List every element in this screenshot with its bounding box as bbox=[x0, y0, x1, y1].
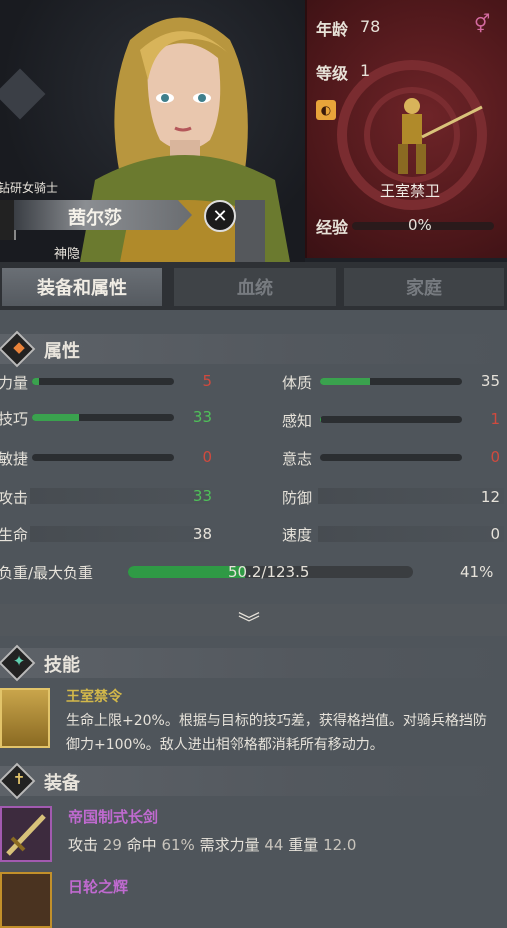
attr-perception-value: 1 bbox=[490, 410, 500, 428]
hit-label: 命中 bbox=[126, 836, 157, 854]
attr-will-bar bbox=[320, 454, 462, 461]
character-subtitle: 神隐 bbox=[54, 247, 81, 262]
equipment-title: 装备 bbox=[44, 773, 80, 794]
derived-defense-value: 12 bbox=[480, 488, 500, 506]
close-icon[interactable]: ✕ bbox=[204, 200, 236, 232]
derived-attack-value: 33 bbox=[192, 487, 212, 505]
skill-desc-line2: 御力+100%。敌人进出相邻格都消耗所有移动力。 bbox=[66, 737, 384, 753]
hero-panel: 钻研女骑士 茜尔莎 神隐 ✕ 年龄 78 ⚥ 等级 1 ◐ 王室禁卫 经验 0% bbox=[0, 0, 507, 262]
atk-value: 29 bbox=[102, 836, 122, 854]
derived-speed-value: 0 bbox=[490, 525, 500, 543]
level-value: 1 bbox=[360, 61, 371, 80]
unit-figure bbox=[398, 98, 483, 174]
item-stats: 攻击 29 命中 61% 需求力量 44 重量 12.0 bbox=[68, 834, 356, 855]
str-label: 需求力量 bbox=[199, 836, 260, 854]
attr-strength-bar bbox=[32, 378, 174, 385]
attr-will-value: 0 bbox=[490, 448, 500, 466]
load-value: 50.2/123.5 bbox=[228, 563, 310, 581]
class-badge-icon[interactable]: ◐ bbox=[316, 100, 336, 120]
attr-constitution-bar bbox=[320, 378, 462, 385]
age-label: 年龄 bbox=[316, 20, 349, 39]
tab-bloodline[interactable]: 血统 bbox=[174, 268, 336, 306]
xp-label: 经验 bbox=[316, 218, 349, 237]
chevron-double-down-icon[interactable]: ︾ bbox=[238, 606, 260, 638]
weight-value: 12.0 bbox=[323, 836, 357, 854]
attr-perception-bar bbox=[320, 416, 462, 423]
gender-female-icon: ⚥ bbox=[474, 14, 491, 35]
level-label: 等级 bbox=[316, 64, 349, 83]
load-label: 负重/最大负重 bbox=[0, 564, 94, 582]
attr-perception-label: 感知 bbox=[282, 412, 313, 430]
tab-equipment-attributes[interactable]: 装备和属性 bbox=[2, 268, 162, 306]
tab-bar: 装备和属性 血统 家庭 bbox=[0, 262, 507, 310]
derived-hp-value: 38 bbox=[192, 525, 212, 543]
attr-strength-value: 5 bbox=[202, 372, 212, 390]
skills-title: 技能 bbox=[44, 655, 80, 676]
attr-agility-label: 敏捷 bbox=[0, 450, 29, 468]
attr-constitution-label: 体质 bbox=[282, 374, 313, 392]
class-title: 钻研女骑士 bbox=[0, 181, 59, 195]
name-plate-emblem bbox=[0, 200, 16, 240]
derived-speed-label: 速度 bbox=[282, 526, 313, 544]
attr-constitution-value: 35 bbox=[480, 372, 500, 390]
skill-desc-line1: 生命上限+20%。根据与目标的技巧差，获得格挡值。对骑兵格挡防 bbox=[66, 713, 487, 729]
attr-strength-label: 力量 bbox=[0, 374, 29, 392]
equipment-header: ✝ 装备 bbox=[0, 762, 507, 800]
item-name[interactable]: 帝国制式长剑 bbox=[68, 806, 158, 827]
armor-icon[interactable] bbox=[0, 872, 52, 928]
sword-icon[interactable] bbox=[0, 806, 52, 862]
attr-skill-bar bbox=[32, 414, 174, 421]
derived-attack-label: 攻击 bbox=[0, 489, 29, 507]
weight-label: 重量 bbox=[288, 836, 319, 854]
attributes-title: 属性 bbox=[44, 341, 80, 362]
tab-family[interactable]: 家庭 bbox=[344, 268, 504, 306]
skill-name: 王室禁令 bbox=[66, 689, 122, 705]
load-percent: 41% bbox=[460, 563, 494, 581]
derived-defense-label: 防御 bbox=[282, 489, 313, 507]
attr-skill-value: 33 bbox=[192, 408, 212, 426]
xp-value: 0% bbox=[408, 216, 432, 234]
attributes-header: ◆ 属性 bbox=[0, 330, 507, 368]
character-name[interactable]: 茜尔莎 bbox=[68, 204, 122, 230]
unit-label: 王室禁卫 bbox=[380, 182, 441, 200]
hit-value: 61% bbox=[161, 836, 195, 854]
skills-header: ✦ 技能 bbox=[0, 644, 507, 682]
attr-agility-bar bbox=[32, 454, 174, 461]
skill-icon[interactable] bbox=[0, 688, 50, 748]
attr-agility-value: 0 bbox=[202, 448, 212, 466]
attr-will-label: 意志 bbox=[282, 450, 313, 468]
item-name-2[interactable]: 日轮之辉 bbox=[68, 876, 128, 897]
atk-label: 攻击 bbox=[68, 836, 99, 854]
attr-skill-label: 技巧 bbox=[0, 410, 29, 428]
str-value: 44 bbox=[264, 836, 284, 854]
age-value: 78 bbox=[360, 17, 381, 36]
derived-hp-label: 生命 bbox=[0, 526, 29, 544]
